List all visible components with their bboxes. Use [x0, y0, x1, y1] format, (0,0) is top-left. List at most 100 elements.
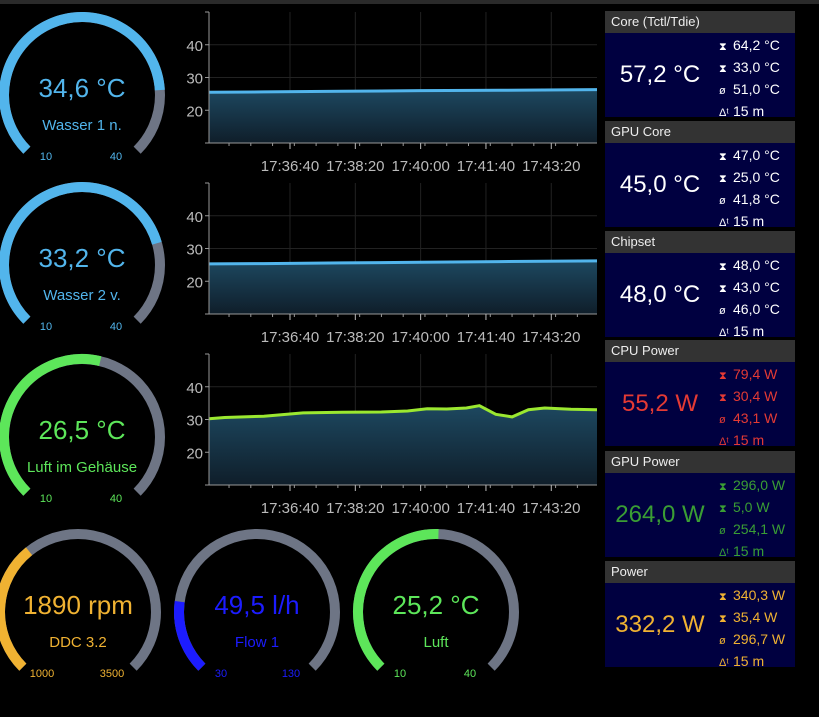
y-tick-label: 40: [186, 209, 203, 226]
x-tick-label: 17:40:00: [391, 158, 449, 175]
gauge-label: Luft: [423, 634, 449, 651]
hourglass-bottom-icon: ⧗: [719, 173, 727, 185]
x-tick-label: 17:36:40: [261, 158, 319, 175]
card-min: 35,4 W: [733, 609, 778, 625]
card-value: 57,2 °C: [619, 61, 701, 88]
hourglass-top-icon: ⧗: [719, 261, 727, 273]
history-chart-2: 20 30 40 17:36:40 17:38:20 17:40:00 17:41:40 17…: [186, 182, 598, 346]
card-stats: ⧗ 48,0 °C ⧗ 43,0 °C ø 46,0 °C Δᵗ 15 m: [719, 255, 780, 343]
x-tick-label: 17:38:20: [326, 329, 384, 346]
delta-t-icon: Δᵗ: [719, 107, 729, 119]
hourglass-top-icon: ⧗: [719, 481, 727, 493]
series-area: [209, 405, 597, 485]
gauge-min-label: 10: [394, 668, 406, 680]
x-tick-label: 17:41:40: [457, 158, 515, 175]
average-icon: ø: [719, 85, 726, 97]
card-body: 55,2 W ⧗ 79,4 W ⧗ 30,4 W ø 43,1 W Δᵗ 15 m: [605, 362, 795, 448]
card-title: Power: [605, 561, 795, 583]
card-value: 55,2 W: [621, 390, 699, 417]
y-tick-label: 20: [186, 274, 203, 291]
x-tick-label: 17:43:20: [522, 500, 580, 517]
x-tick-label: 17:36:40: [261, 500, 319, 517]
card-title: GPU Power: [605, 451, 795, 473]
sensor-card-gpu-power: GPU Power 264,0 W ⧗ 296,0 W ⧗ 5,0 W ø 254,1…: [605, 451, 795, 559]
card-period: 15 m: [733, 653, 765, 669]
average-icon: ø: [719, 635, 726, 647]
hourglass-top-icon: ⧗: [719, 591, 727, 603]
card-avg: 254,1 W: [733, 521, 786, 537]
delta-t-icon: Δᵗ: [719, 436, 729, 448]
x-tick-label: 17:40:00: [391, 329, 449, 346]
gauge-label: DDC 3.2: [49, 634, 107, 651]
sensor-card-cpu-power: CPU Power 55,2 W ⧗ 79,4 W ⧗ 30,4 W ø 43,1 W…: [605, 340, 795, 448]
y-tick-label: 30: [186, 242, 203, 259]
gauge-value: 25,2 °C: [392, 590, 479, 620]
average-icon: ø: [719, 195, 726, 207]
card-stats: ⧗ 79,4 W ⧗ 30,4 W ø 43,1 W Δᵗ 15 m: [719, 364, 777, 452]
hourglass-bottom-icon: ⧗: [719, 613, 727, 625]
card-min: 5,0 W: [733, 499, 770, 515]
gauge-fill: [174, 600, 206, 671]
card-value: 264,0 W: [615, 501, 705, 528]
history-chart-3: 20 30 40 17:36:40 17:38:20 17:40:00 17:41:40 17…: [186, 353, 598, 517]
gauge-6: 25,2 °C Luft 10 40: [353, 529, 519, 680]
y-tick-label: 40: [186, 380, 203, 397]
card-value: 332,2 W: [615, 611, 705, 638]
card-period: 15 m: [733, 213, 765, 229]
series-area: [209, 89, 597, 143]
card-body: 332,2 W ⧗ 340,3 W ⧗ 35,4 W ø 296,7 W Δᵗ 15 m: [605, 583, 795, 669]
sensor-card-gpu-core: GPU Core 45,0 °C ⧗ 47,0 °C ⧗ 25,0 °C ø 41,8…: [605, 121, 795, 229]
card-stats: ⧗ 47,0 °C ⧗ 25,0 °C ø 41,8 °C Δᵗ 15 m: [719, 145, 780, 233]
gauge-min-label: 10: [40, 493, 52, 505]
gauge-min-label: 10: [40, 321, 52, 333]
card-period: 15 m: [733, 543, 765, 559]
delta-t-icon: Δᵗ: [719, 547, 729, 559]
x-tick-label: 17:40:00: [391, 500, 449, 517]
gauge-max-label: 40: [464, 668, 476, 680]
card-max: 64,2 °C: [733, 37, 780, 53]
card-max: 296,0 W: [733, 477, 786, 493]
sensor-card-power: Power 332,2 W ⧗ 340,3 W ⧗ 35,4 W ø 296,7 W …: [605, 561, 795, 669]
hourglass-bottom-icon: ⧗: [719, 503, 727, 515]
gauge-label: Luft im Gehäuse: [27, 459, 137, 476]
hourglass-bottom-icon: ⧗: [719, 283, 727, 295]
card-body: 57,2 °C ⧗ 64,2 °C ⧗ 33,0 °C ø 51,0 °C Δᵗ 15 …: [605, 33, 795, 119]
gauge-max-label: 130: [282, 668, 300, 680]
average-icon: ø: [719, 305, 726, 317]
hourglass-bottom-icon: ⧗: [719, 392, 727, 404]
series-area: [209, 260, 597, 314]
card-avg: 51,0 °C: [733, 81, 780, 97]
gauge-label: Wasser 1 n.: [42, 117, 121, 134]
gauge-1: 34,6 °C Wasser 1 n. 10 40: [0, 12, 165, 163]
card-max: 340,3 W: [733, 587, 786, 603]
gauge-value: 26,5 °C: [38, 415, 125, 445]
gauge-value: 1890 rpm: [23, 590, 133, 620]
average-icon: ø: [719, 414, 726, 426]
gauge-4: 1890 rpm DDC 3.2 1000 3500: [0, 529, 161, 680]
card-avg: 43,1 W: [733, 410, 778, 426]
hourglass-top-icon: ⧗: [719, 151, 727, 163]
card-stats: ⧗ 64,2 °C ⧗ 33,0 °C ø 51,0 °C Δᵗ 15 m: [719, 35, 780, 123]
card-min: 43,0 °C: [733, 279, 780, 295]
card-stats: ⧗ 340,3 W ⧗ 35,4 W ø 296,7 W Δᵗ 15 m: [719, 585, 785, 673]
gauge-max-label: 40: [110, 321, 122, 333]
hourglass-top-icon: ⧗: [719, 41, 727, 53]
gauge-2: 33,2 °C Wasser 2 v. 10 40: [0, 182, 165, 333]
card-max: 79,4 W: [733, 366, 778, 382]
gauge-min-label: 1000: [30, 668, 54, 680]
gauge-max-label: 40: [110, 493, 122, 505]
gauge-max-label: 3500: [100, 668, 124, 680]
card-stats: ⧗ 296,0 W ⧗ 5,0 W ø 254,1 W Δᵗ 15 m: [719, 475, 785, 563]
card-period: 15 m: [733, 432, 765, 448]
gauge-value: 33,2 °C: [38, 243, 125, 273]
card-period: 15 m: [733, 103, 765, 119]
x-tick-label: 17:43:20: [522, 329, 580, 346]
delta-t-icon: Δᵗ: [719, 657, 729, 669]
card-min: 33,0 °C: [733, 59, 780, 75]
card-max: 47,0 °C: [733, 147, 780, 163]
gauge-value: 34,6 °C: [38, 73, 125, 103]
card-body: 48,0 °C ⧗ 48,0 °C ⧗ 43,0 °C ø 46,0 °C Δᵗ 15 …: [605, 253, 795, 339]
x-tick-label: 17:38:20: [326, 158, 384, 175]
card-min: 25,0 °C: [733, 169, 780, 185]
card-title: Chipset: [605, 231, 795, 253]
